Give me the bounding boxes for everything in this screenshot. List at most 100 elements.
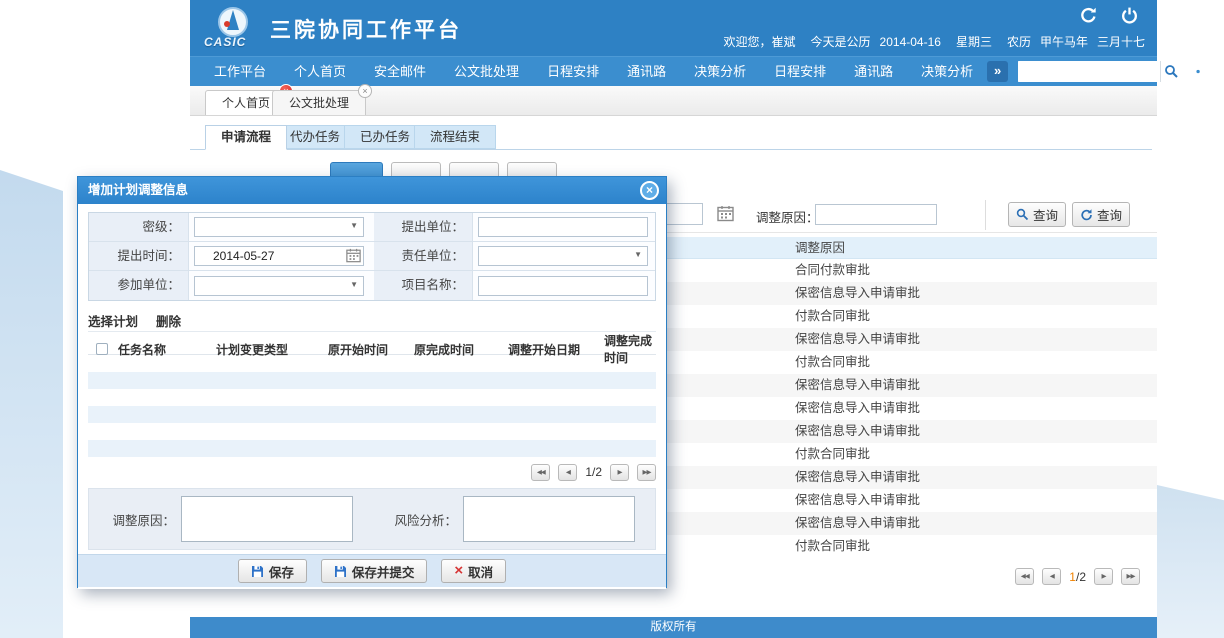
filter-separator [985, 200, 986, 230]
logo-text: CASIC [204, 35, 246, 49]
cancel-button-label: 取消 [468, 562, 493, 581]
propose-time-input[interactable] [194, 246, 364, 266]
chevron-down-icon: ▼ [350, 280, 358, 289]
page-first-button[interactable]: ◀◀ [531, 464, 550, 481]
search-input[interactable] [1018, 61, 1160, 82]
save-button-label: 保存 [269, 562, 294, 581]
save-button[interactable]: 保存 [238, 559, 307, 583]
nav-item-contacts-1[interactable]: 通讯路 [613, 57, 680, 86]
reset-button-label: 查询 [1097, 205, 1122, 224]
tab-doc-batch[interactable]: 公文批处理 × [272, 90, 366, 115]
empty-plan-row [88, 389, 656, 406]
gregorian-date: 2014-04-16 [880, 35, 941, 49]
adjust-reason-label: 调整原因： [93, 510, 181, 529]
propose-time-field [194, 246, 364, 266]
col-orig-finish: 原完成时间 [414, 341, 508, 358]
dialog-form: 密级： ▼ 提出单位： 提出时间： [88, 212, 656, 301]
page-indicator: 1/2 [1069, 570, 1086, 584]
page-last-button[interactable]: ▶▶ [637, 464, 656, 481]
nav-item-secure-mail[interactable]: 安全邮件 [360, 57, 440, 86]
nav-item-schedule-2[interactable]: 日程安排 [760, 57, 840, 86]
select-plan-link[interactable]: 选择计划 [88, 311, 138, 330]
today-label: 今天是公历 [811, 33, 871, 50]
propose-unit-input[interactable] [478, 217, 648, 237]
participate-unit-select[interactable]: ▼ [194, 276, 364, 296]
add-plan-adjustment-dialog: 增加计划调整信息 × 密级： ▼ 提出单位： 提出时间： [77, 176, 667, 588]
propose-unit-label: 提出单位： [374, 213, 472, 242]
subtab-apply-flow[interactable]: 申请流程 [205, 125, 287, 150]
header-actions [1079, 6, 1139, 25]
empty-plan-row [88, 372, 656, 389]
page-last-button[interactable]: ▶▶ [1121, 568, 1140, 585]
dialog-body: 密级： ▼ 提出单位： 提出时间： [78, 204, 666, 589]
project-name-label: 项目名称： [374, 271, 472, 300]
risk-analysis-textarea[interactable] [463, 496, 635, 542]
settings-control[interactable]: 设置 [1191, 55, 1224, 89]
power-icon[interactable] [1120, 6, 1139, 25]
nav-more-button[interactable]: » [987, 61, 1008, 82]
participate-unit-label: 参加单位： [89, 271, 188, 300]
nav-item-schedule-1[interactable]: 日程安排 [533, 57, 613, 86]
col-adjust-finish: 调整完成时间 [604, 332, 656, 366]
table-pagination: ◀◀ ◀ 1/2 ▶ ▶▶ [1015, 568, 1140, 585]
reason-filter-input[interactable] [815, 204, 937, 225]
responsible-unit-select[interactable]: ▼ [478, 246, 648, 266]
subtab-divider [190, 149, 1152, 150]
nav-item-work-platform[interactable]: 工作平台 [200, 57, 280, 86]
cancel-button[interactable]: × 取消 [441, 559, 506, 583]
reset-query-button[interactable]: 查询 [1072, 202, 1130, 227]
tab-close-icon[interactable]: × [358, 84, 372, 98]
secrecy-select[interactable]: ▼ [194, 217, 364, 237]
save-floppy-icon [334, 565, 347, 578]
refresh-icon[interactable] [1079, 6, 1098, 25]
welcome-text: 欢迎您，崔斌 [724, 33, 796, 50]
settings-label: 设置 [1210, 55, 1224, 89]
nav-item-doc-batch[interactable]: 公文批处理 [440, 57, 533, 86]
reason-filter-label: 调整原因： [756, 207, 819, 226]
lunar-year: 甲午马年 [1040, 33, 1088, 50]
nav-right-group: » [987, 55, 1224, 89]
top-header: CASIC 三院协同工作平台 欢迎您，崔斌 今天是公历 2014-04-16 星… [190, 0, 1157, 56]
dialog-close-icon[interactable]: × [640, 181, 659, 200]
page-first-button[interactable]: ◀◀ [1015, 568, 1034, 585]
tab-label: 公文批处理 [289, 96, 349, 110]
page-prev-button[interactable]: ◀ [558, 464, 577, 481]
page-indicator: 1/2 [585, 465, 602, 479]
page-next-button[interactable]: ▶ [1094, 568, 1113, 585]
nav-item-contacts-2[interactable]: 通讯路 [840, 57, 907, 86]
search-icon [1016, 208, 1029, 221]
empty-plan-row [88, 440, 656, 457]
nav-item-personal-home[interactable]: 个人首页 [280, 57, 360, 86]
secrecy-label: 密级： [89, 213, 188, 242]
nav-item-decision-2[interactable]: 决策分析 [907, 57, 987, 86]
col-adjust-start: 调整开始日期 [508, 341, 604, 358]
nav-item-decision-1[interactable]: 决策分析 [680, 57, 760, 86]
cancel-x-icon: × [454, 565, 463, 577]
page-next-button[interactable]: ▶ [610, 464, 629, 481]
project-name-input[interactable] [478, 276, 648, 296]
app-title: 三院协同工作平台 [270, 14, 462, 44]
empty-plan-row [88, 406, 656, 423]
current-page: 1 [1069, 570, 1076, 584]
delete-link[interactable]: 删除 [156, 311, 181, 330]
empty-plan-row [88, 355, 656, 372]
plan-toolbar: 选择计划 删除 [88, 310, 656, 332]
adjust-reason-textarea[interactable] [181, 496, 353, 542]
plan-pagination: ◀◀ ◀ 1/2 ▶ ▶▶ [88, 461, 656, 483]
calendar-icon[interactable] [346, 248, 361, 263]
dialog-footer: 保存 保存并提交 × 取消 [78, 554, 666, 587]
tab-strip: 个人首页 × 公文批处理 × [190, 86, 1157, 116]
search-button[interactable] [1160, 61, 1181, 82]
reset-icon [1080, 208, 1093, 221]
plan-table-header: 任务名称 计划变更类型 原开始时间 原完成时间 调整开始日期 调整完成时间 [88, 332, 656, 355]
save-and-submit-button[interactable]: 保存并提交 [321, 559, 428, 583]
query-button[interactable]: 查询 [1008, 202, 1066, 227]
subtab-flow-finished[interactable]: 流程结束 [414, 125, 496, 149]
col-change-type: 计划变更类型 [216, 341, 328, 358]
welcome-bar: 欢迎您，崔斌 今天是公历 2014-04-16 星期三 农历 甲午马年 三月十七 [709, 33, 1145, 50]
col-orig-start: 原开始时间 [328, 341, 414, 358]
calendar-icon[interactable] [717, 205, 734, 222]
select-all-checkbox[interactable] [96, 343, 108, 355]
deco-shape-left [0, 170, 63, 638]
page-prev-button[interactable]: ◀ [1042, 568, 1061, 585]
